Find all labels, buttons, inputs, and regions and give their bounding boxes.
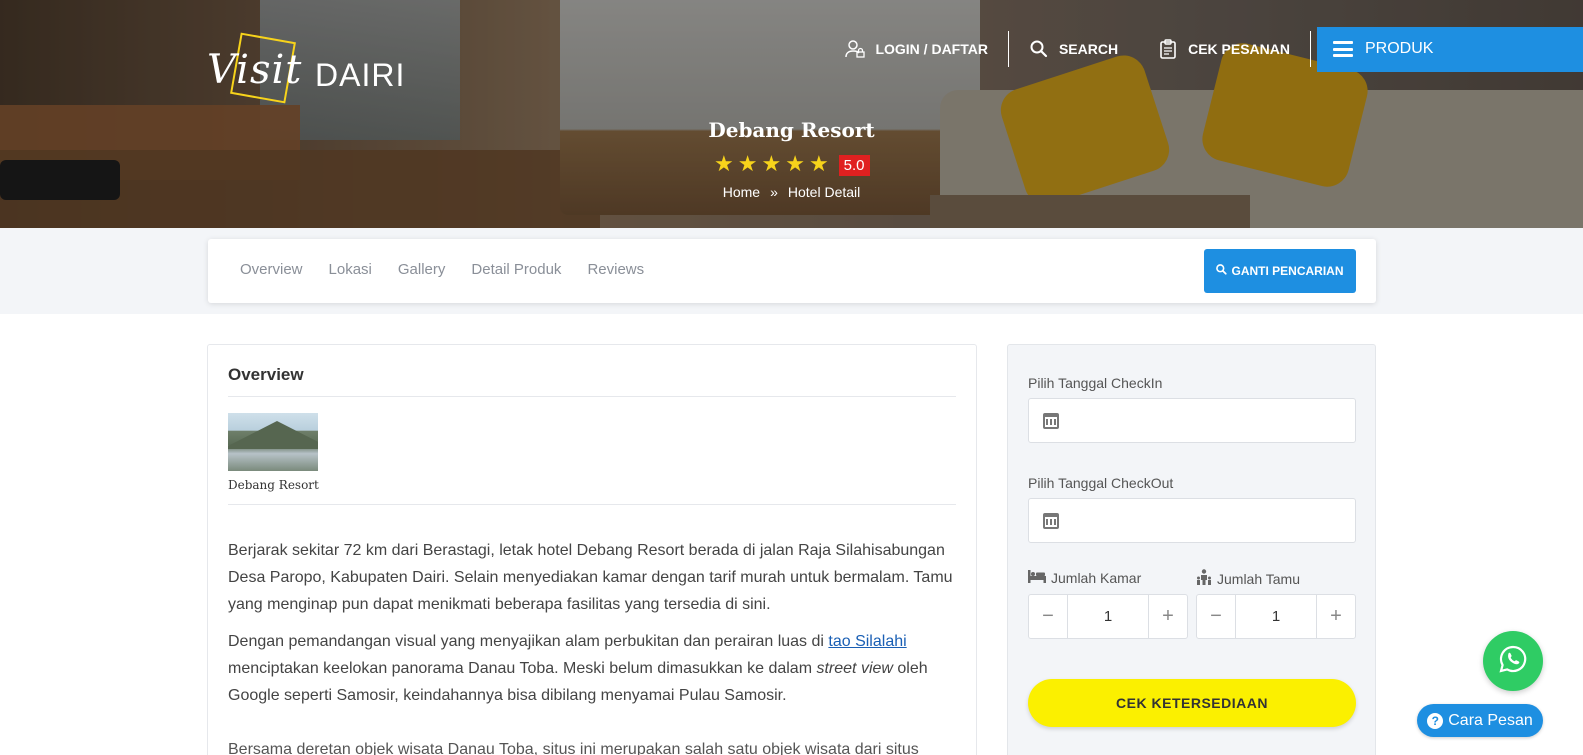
tab-gallery[interactable]: Gallery — [398, 261, 446, 278]
jumlah-tamu-label: Jumlah Tamu — [1196, 569, 1300, 588]
produk-menu-button[interactable]: PRODUK — [1317, 26, 1583, 72]
star-icon: ★ — [737, 152, 758, 177]
menu-icon — [1333, 41, 1353, 57]
search-icon — [1029, 39, 1049, 59]
overview-paragraph: Dengan pemandangan visual yang menyajika… — [228, 633, 928, 704]
site-logo[interactable]: Visit DAIRI — [207, 32, 407, 105]
star-icon: ★ — [714, 152, 734, 177]
hotel-title: Debang Resort — [708, 118, 875, 142]
kamar-increment-button[interactable]: + — [1149, 595, 1187, 638]
breadcrumb: Home » Hotel Detail — [0, 184, 1583, 200]
search-icon — [1216, 264, 1228, 278]
section-tabs: Overview Lokasi Gallery Detail Produk Re… — [240, 261, 644, 278]
clipboard-icon — [1158, 39, 1178, 59]
cek-pesanan-link[interactable]: CEK PESANAN — [1138, 29, 1310, 69]
star-icon: ★ — [761, 152, 782, 177]
bed-icon — [1028, 569, 1046, 586]
kamar-decrement-button[interactable]: − — [1029, 595, 1067, 638]
hotel-thumbnail[interactable] — [228, 413, 318, 471]
user-lock-icon — [845, 39, 866, 59]
overview-title: Overview — [228, 365, 304, 384]
jumlah-tamu-stepper: − 1 + — [1196, 594, 1356, 639]
tamu-decrement-button[interactable]: − — [1197, 595, 1235, 638]
whatsapp-button[interactable] — [1483, 631, 1543, 691]
whatsapp-icon — [1498, 644, 1528, 678]
kamar-quantity-input[interactable]: 1 — [1067, 595, 1149, 638]
star-rating: ★ ★ ★ ★ ★ 5.0 — [714, 154, 870, 176]
overview-paragraph: Berjarak sekitar 72 km dari Berastagi, l… — [228, 542, 953, 613]
checkin-date-input[interactable] — [1028, 398, 1356, 443]
tamu-increment-button[interactable]: + — [1317, 595, 1355, 638]
search-link[interactable]: SEARCH — [1009, 29, 1138, 69]
section-tabs-card: Overview Lokasi Gallery Detail Produk Re… — [208, 239, 1376, 303]
calendar-icon — [1043, 413, 1059, 429]
tab-detail-produk[interactable]: Detail Produk — [471, 261, 561, 278]
checkin-label: Pilih Tanggal CheckIn — [1028, 375, 1163, 391]
jumlah-kamar-stepper: − 1 + — [1028, 594, 1188, 639]
tao-silalahi-link[interactable]: tao Silalahi — [828, 633, 906, 650]
guests-icon — [1196, 569, 1212, 588]
cek-ketersediaan-button[interactable]: CEK KETERSEDIAAN — [1028, 679, 1356, 727]
nav-divider — [1310, 31, 1311, 67]
thumbnail-caption: Debang Resort — [228, 478, 319, 492]
rating-score-badge: 5.0 — [838, 154, 870, 176]
breadcrumb-home[interactable]: Home — [723, 184, 760, 200]
login-link[interactable]: LOGIN / DAFTAR — [825, 29, 1008, 69]
checkout-label: Pilih Tanggal CheckOut — [1028, 475, 1174, 491]
tab-overview[interactable]: Overview — [240, 261, 303, 278]
tamu-quantity-input[interactable]: 1 — [1235, 595, 1317, 638]
hero-banner: Visit DAIRI LOGIN / DAFTAR SEARCH CEK PE… — [0, 0, 1583, 228]
double-chevron-right-icon: » — [770, 184, 778, 200]
breadcrumb-current: Hotel Detail — [787, 184, 861, 200]
star-icon: ★ — [785, 152, 805, 177]
cara-pesan-button[interactable]: ? Cara Pesan — [1417, 704, 1543, 737]
ganti-pencarian-button[interactable]: GANTI PENCARIAN — [1204, 249, 1356, 293]
divider — [228, 396, 956, 397]
tab-reviews[interactable]: Reviews — [587, 261, 644, 278]
checkout-date-input[interactable] — [1028, 498, 1356, 543]
booking-form: Pilih Tanggal CheckIn Pilih Tanggal Chec… — [1007, 344, 1376, 755]
calendar-icon — [1043, 513, 1059, 529]
overview-card: Overview Debang Resort Berjarak sekitar … — [207, 344, 977, 755]
tab-lokasi[interactable]: Lokasi — [329, 261, 372, 278]
star-icon: ★ — [808, 152, 829, 177]
overview-paragraph: Bersama deretan objek wisata Danau Toba,… — [228, 741, 919, 755]
divider — [228, 504, 956, 505]
jumlah-kamar-label: Jumlah Kamar — [1028, 569, 1141, 586]
top-navigation: LOGIN / DAFTAR SEARCH CEK PESANAN PRODUK — [825, 26, 1583, 72]
question-circle-icon: ? — [1427, 712, 1444, 729]
